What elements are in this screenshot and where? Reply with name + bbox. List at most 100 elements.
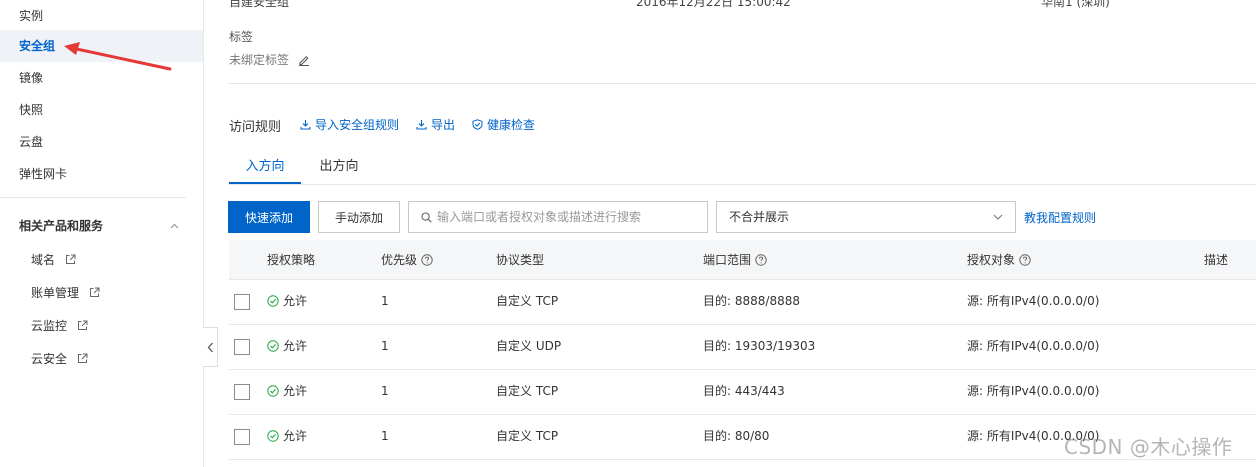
sidebar-item-label: 云盘 <box>19 135 44 149</box>
sidebar-link-label: 云监控 <box>31 319 68 333</box>
policy-cell: 允许 <box>267 280 307 324</box>
priority-cell: 1 <box>381 294 389 308</box>
sidebar-item-disks[interactable]: 云盘 <box>0 126 203 158</box>
port-cell: 目的: 443/443 <box>703 384 785 398</box>
chevron-down-icon <box>993 214 1003 220</box>
external-link-icon <box>65 254 76 264</box>
search-box <box>408 201 708 233</box>
export-label: 导出 <box>431 118 456 132</box>
sidebar-link-billing[interactable]: 账单管理 <box>31 282 100 304</box>
sidebar-link-monitor[interactable]: 云监控 <box>31 315 88 337</box>
port-cell: 目的: 8888/8888 <box>703 294 800 308</box>
sidebar-link-label: 域名 <box>31 253 56 267</box>
group-name-value: 自建安全组 <box>229 0 290 9</box>
section-divider <box>229 83 1256 84</box>
select-value: 不合并展示 <box>729 210 790 224</box>
sidebar-item-label: 弹性网卡 <box>19 167 68 181</box>
sidebar-link-domain[interactable]: 域名 <box>31 249 76 271</box>
active-tab-indicator <box>229 182 301 184</box>
target-cell: 源: 所有IPv4(0.0.0.0/0) <box>967 384 1100 398</box>
tab-label: 出方向 <box>319 159 359 174</box>
policy-cell: 允许 <box>267 370 307 414</box>
manual-add-button[interactable]: 手动添加 <box>318 201 400 233</box>
help-icon[interactable] <box>421 254 433 266</box>
config-help-link[interactable]: 教我配置规则 <box>1024 209 1096 226</box>
check-circle-icon <box>267 340 279 352</box>
table-row: 允许 1 自定义 TCP 目的: 8888/8888 源: 所有IPv4(0.0… <box>229 280 1256 325</box>
sidebar-item-eni[interactable]: 弹性网卡 <box>0 158 203 190</box>
priority-cell: 1 <box>381 339 389 353</box>
shield-check-icon <box>472 119 483 130</box>
check-circle-icon <box>267 385 279 397</box>
protocol-cell: 自定义 UDP <box>496 339 562 353</box>
region-value: 华南1 (深圳) <box>1041 0 1110 9</box>
port-cell: 目的: 19303/19303 <box>703 339 816 353</box>
column-header-description: 描述 <box>1204 240 1228 280</box>
sidebar-link-label: 账单管理 <box>31 286 80 300</box>
table-row: 允许 1 自定义 TCP 目的: 443/443 源: 所有IPv4(0.0.0… <box>229 370 1256 415</box>
sidebar-section-related[interactable]: 相关产品和服务 <box>19 215 189 237</box>
column-label: 端口范围 <box>703 253 752 267</box>
tab-outbound[interactable]: 出方向 <box>305 157 373 185</box>
sidebar-collapse-button[interactable] <box>203 327 218 367</box>
protocol-cell: 自定义 TCP <box>496 294 559 308</box>
export-link[interactable]: 导出 <box>416 116 455 133</box>
column-label: 授权对象 <box>967 253 1016 267</box>
row-checkbox[interactable] <box>234 294 250 310</box>
column-label: 协议类型 <box>496 253 545 267</box>
policy-text: 允许 <box>283 384 308 398</box>
sidebar-item-snapshots[interactable]: 快照 <box>0 94 203 126</box>
column-header-priority: 优先级 <box>381 240 433 280</box>
target-cell: 源: 所有IPv4(0.0.0.0/0) <box>967 294 1100 308</box>
import-rules-link[interactable]: 导入安全组规则 <box>300 116 399 133</box>
chevron-left-icon <box>207 342 213 352</box>
tags-title: 标签 <box>229 30 254 44</box>
import-rules-label: 导入安全组规则 <box>315 118 400 132</box>
tags-value: 未绑定标签 <box>229 53 290 67</box>
table-header: 授权策略 优先级 协议类型 端口范围 授权对象 描述 <box>229 240 1256 280</box>
annotation-arrow-icon <box>64 42 172 71</box>
edit-icon[interactable] <box>298 54 310 66</box>
sidebar-item-label: 安全组 <box>19 39 56 53</box>
column-header-target: 授权对象 <box>967 240 1031 280</box>
row-checkbox[interactable] <box>234 429 250 445</box>
export-icon <box>416 120 427 130</box>
row-checkbox[interactable] <box>234 339 250 355</box>
column-label: 描述 <box>1204 253 1229 267</box>
port-cell: 目的: 80/80 <box>703 429 770 443</box>
created-time-value: 2016年12月22日 15:00:42 <box>636 0 791 9</box>
access-rules-title: 访问规则 <box>229 120 282 135</box>
sidebar-item-instances[interactable]: 实例 <box>0 0 203 32</box>
external-link-icon <box>89 287 100 297</box>
sidebar-item-label: 实例 <box>19 9 44 23</box>
health-check-label: 健康检查 <box>487 118 536 132</box>
target-cell: 源: 所有IPv4(0.0.0.0/0) <box>967 339 1100 353</box>
merge-display-select[interactable]: 不合并展示 <box>716 201 1016 233</box>
policy-text: 允许 <box>283 294 308 308</box>
tab-inbound[interactable]: 入方向 <box>229 157 301 185</box>
search-input[interactable] <box>437 202 705 232</box>
column-label: 优先级 <box>381 253 418 267</box>
quick-add-button[interactable]: 快速添加 <box>228 201 310 233</box>
protocol-cell: 自定义 TCP <box>496 384 559 398</box>
help-icon[interactable] <box>755 254 767 266</box>
tab-label: 入方向 <box>245 159 285 174</box>
search-icon <box>421 212 432 223</box>
column-label: 授权策略 <box>267 253 316 267</box>
watermark: CSDN @木心操作 <box>1064 435 1233 459</box>
policy-text: 允许 <box>283 339 308 353</box>
protocol-cell: 自定义 TCP <box>496 429 559 443</box>
help-icon[interactable] <box>1019 254 1031 266</box>
sidebar-link-security[interactable]: 云安全 <box>31 348 88 370</box>
sidebar-item-label: 快照 <box>19 103 44 117</box>
health-check-link[interactable]: 健康检查 <box>472 116 535 133</box>
row-checkbox[interactable] <box>234 384 250 400</box>
policy-text: 允许 <box>283 429 308 443</box>
tabs-baseline <box>229 184 1256 185</box>
external-link-icon <box>77 353 88 363</box>
column-header-protocol: 协议类型 <box>496 240 544 280</box>
column-header-port: 端口范围 <box>703 240 767 280</box>
check-circle-icon <box>267 295 279 307</box>
policy-cell: 允许 <box>267 415 307 459</box>
column-header-policy: 授权策略 <box>267 240 315 280</box>
